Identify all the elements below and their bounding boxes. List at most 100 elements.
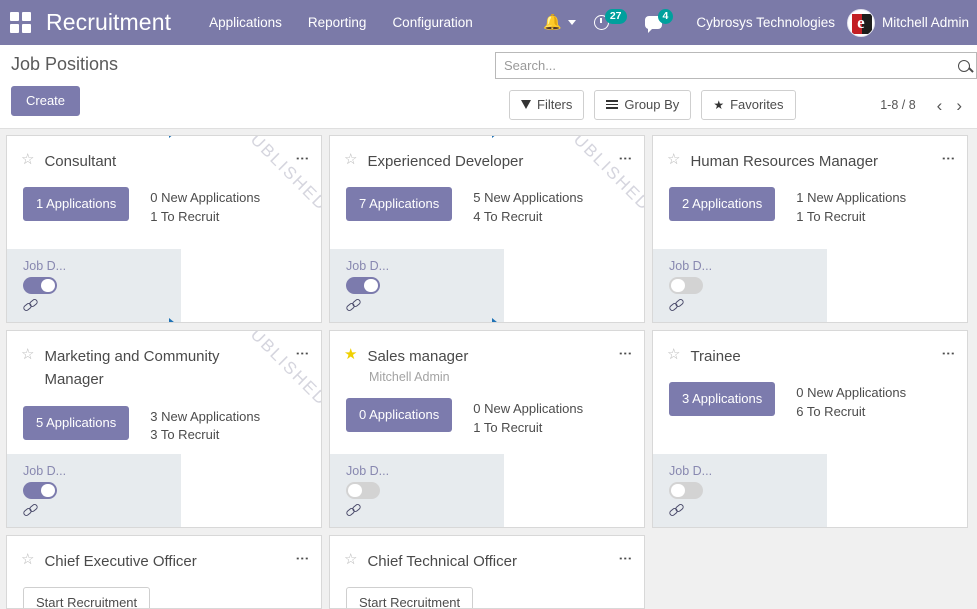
favorite-star-icon[interactable]: ☆ — [344, 552, 357, 567]
card-title: Consultant — [44, 153, 117, 170]
job-description-label: Job D... — [669, 259, 713, 273]
start-recruitment-button[interactable]: Start Recruitment — [23, 587, 151, 608]
menu-item-configuration[interactable]: Configuration — [392, 15, 472, 30]
applications-count-button[interactable]: 2 Applications — [669, 187, 776, 222]
applications-count-button[interactable]: 5 Applications — [23, 405, 130, 440]
card-header: ☆ Human Resources Manager ⋮ — [653, 136, 967, 173]
card-body: 1 Applications 0 New Applications 1 To Rec… — [7, 173, 321, 226]
to-recruit-text: 4 To Recruit — [473, 208, 543, 224]
drag-handle-marker[interactable] — [492, 318, 503, 322]
favorite-star-icon[interactable]: ☆ — [667, 152, 680, 167]
group-by-button[interactable]: Group By — [594, 90, 692, 120]
start-recruitment-button[interactable]: Start Recruitment — [346, 587, 474, 608]
card-menu-icon[interactable]: ⋮ — [941, 150, 956, 165]
card-menu-icon[interactable]: ⋮ — [295, 150, 310, 165]
card-header: ☆ Experienced Developer ⋮ — [330, 136, 644, 173]
kanban-card[interactable]: PUBLISHED ☆ Consultant ⋮ 1 Applications 0 New… — [6, 135, 322, 323]
search-icon[interactable] — [958, 59, 970, 72]
chevron-down-icon — [567, 20, 576, 25]
job-description-label: Job D... — [23, 464, 67, 478]
apps-grid-icon[interactable] — [10, 11, 32, 34]
new-applications-text: 0 New Applications — [796, 385, 907, 401]
kanban-card[interactable]: ☆ Human Resources Manager ⋮ 2 Applications 1… — [652, 135, 968, 323]
create-button[interactable]: Create — [11, 86, 81, 116]
link-chain-icon[interactable] — [668, 502, 687, 518]
filters-button[interactable]: Filters — [509, 90, 585, 120]
new-applications-text: 1 New Applications — [796, 190, 907, 206]
menu-item-reporting[interactable]: Reporting — [308, 15, 367, 30]
user-menu[interactable]: e Mitchell Admin — [846, 8, 969, 37]
favorites-button[interactable]: ★ Favorites — [701, 90, 796, 120]
kanban-card[interactable]: ☆ Chief Technical Officer ⋮ Start Recruitme… — [329, 535, 645, 609]
link-chain-icon[interactable] — [345, 297, 364, 313]
favorite-star-icon[interactable]: ★ — [344, 347, 357, 362]
to-recruit-text: 1 To Recruit — [150, 208, 220, 224]
card-title: Chief Technical Officer — [367, 553, 517, 570]
search-box[interactable] — [495, 52, 977, 79]
link-chain-icon[interactable] — [345, 502, 364, 518]
card-stats: 0 New Applications 1 To Recruit — [150, 187, 260, 226]
card-footer: Job D... — [330, 249, 504, 322]
website-published-toggle[interactable] — [669, 277, 703, 294]
app-title: Recruitment — [46, 9, 172, 35]
drag-handle-marker[interactable] — [492, 136, 503, 138]
card-footer: Job D... — [653, 249, 827, 322]
link-chain-icon[interactable] — [22, 502, 41, 518]
applications-count-button[interactable]: 3 Applications — [669, 382, 776, 417]
kanban-card[interactable]: ☆ Trainee ⋮ 3 Applications 0 New Application… — [652, 330, 968, 528]
kanban-board: PUBLISHED ☆ Consultant ⋮ 1 Applications 0 New… — [0, 129, 977, 609]
messaging-menu[interactable]: 4 — [636, 0, 683, 45]
bell-icon: 🔔 — [543, 14, 562, 31]
menu-item-applications[interactable]: Applications — [209, 15, 282, 30]
website-published-toggle[interactable] — [23, 277, 57, 294]
card-stats: 1 New Applications 1 To Recruit — [796, 187, 906, 226]
to-recruit-text: 6 To Recruit — [796, 403, 866, 419]
kanban-card[interactable]: ☆ Chief Executive Officer ⋮ Start Recruitme… — [6, 535, 322, 609]
link-chain-icon[interactable] — [22, 297, 41, 313]
favorite-star-icon[interactable]: ☆ — [21, 347, 34, 362]
applications-count-button[interactable]: 7 Applications — [346, 187, 453, 222]
pager-previous-icon[interactable]: ‹ — [930, 97, 950, 114]
card-header: ☆ Chief Executive Officer ⋮ — [7, 536, 321, 573]
website-published-toggle[interactable] — [346, 482, 380, 499]
website-published-toggle[interactable] — [23, 482, 57, 499]
card-header: ☆ Marketing and Community Manager ⋮ — [7, 331, 321, 392]
activity-menu[interactable]: 27 — [585, 0, 636, 45]
card-body: 2 Applications 1 New Applications 1 To Rec… — [653, 173, 967, 226]
kanban-card[interactable]: PUBLISHED ☆ Marketing and Community Manage… — [6, 330, 322, 528]
new-applications-text: 3 New Applications — [150, 408, 261, 424]
drag-handle-marker[interactable] — [169, 318, 180, 322]
top-app-bar: Recruitment Applications Reporting Confi… — [0, 0, 977, 45]
pager-count: 1-8 / 8 — [880, 98, 916, 112]
card-menu-icon[interactable]: ⋮ — [941, 345, 956, 360]
card-menu-icon[interactable]: ⋮ — [618, 550, 633, 565]
favorite-star-icon[interactable]: ☆ — [21, 152, 34, 167]
drag-handle-marker[interactable] — [169, 136, 180, 138]
favorite-star-icon[interactable]: ☆ — [667, 347, 680, 362]
username: Mitchell Admin — [881, 15, 969, 30]
website-published-toggle[interactable] — [669, 482, 703, 499]
card-menu-icon[interactable]: ⋮ — [618, 150, 633, 165]
pager-next-icon[interactable]: › — [949, 97, 969, 114]
card-stats: 3 New Applications 3 To Recruit — [150, 406, 260, 445]
card-body: 5 Applications 3 New Applications 3 To Rec… — [7, 392, 321, 445]
applications-count-button[interactable]: 0 Applications — [346, 398, 453, 433]
notifications-menu[interactable]: 🔔 — [534, 0, 585, 45]
search-input[interactable] — [504, 58, 954, 73]
job-description-label: Job D... — [346, 259, 390, 273]
link-chain-icon[interactable] — [668, 297, 687, 313]
card-menu-icon[interactable]: ⋮ — [295, 550, 310, 565]
card-footer: Job D... — [330, 454, 504, 527]
avatar: e — [846, 8, 875, 37]
favorite-star-icon[interactable]: ☆ — [344, 152, 357, 167]
card-menu-icon[interactable]: ⋮ — [295, 345, 310, 360]
company-name[interactable]: Cybrosys Technologies — [696, 15, 835, 30]
new-applications-text: 0 New Applications — [473, 401, 584, 417]
kanban-card[interactable]: PUBLISHED ☆ Experienced Developer ⋮ 7 Applic… — [329, 135, 645, 323]
card-menu-icon[interactable]: ⋮ — [618, 345, 633, 360]
kanban-card[interactable]: ★ Sales manager ⋮ Mitchell Admin 0 Applicati… — [329, 330, 645, 528]
applications-count-button[interactable]: 1 Applications — [23, 187, 130, 222]
website-published-toggle[interactable] — [346, 277, 380, 294]
card-title: Trainee — [690, 348, 741, 365]
favorite-star-icon[interactable]: ☆ — [21, 552, 34, 567]
